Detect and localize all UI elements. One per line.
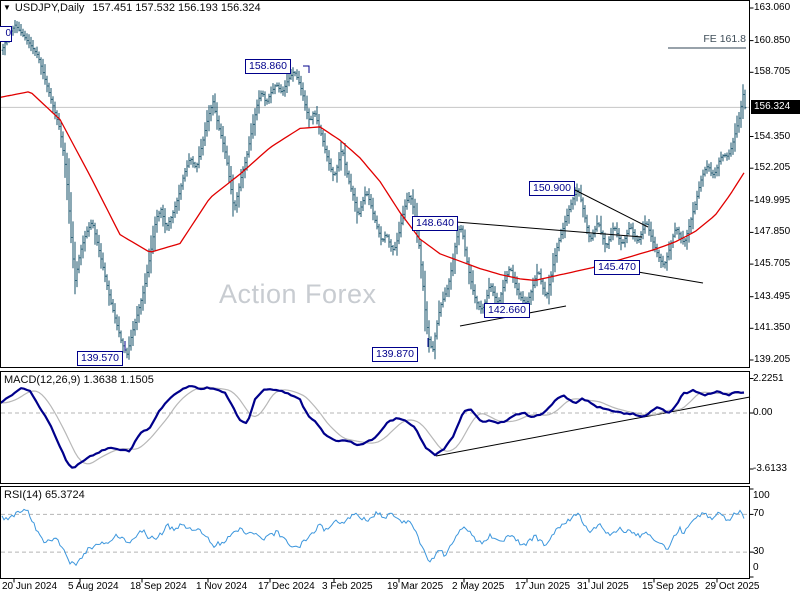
date-axis-label: 31 Jul 2025 (577, 581, 629, 592)
rsi-axis-tick-label: 30 (753, 546, 765, 558)
date-axis-label: 19 Mar 2025 (387, 581, 444, 592)
rsi-indicator-label: RSI(14) 65.3724 (4, 489, 85, 501)
date-axis-label: 1 Nov 2024 (196, 581, 248, 592)
watermark: Action Forex (219, 279, 377, 309)
price-axis-tick-label: 160.850 (754, 34, 791, 46)
rsi-axis-tick-label: 70 (753, 508, 765, 520)
current-price-badge: 156.324 (751, 100, 800, 115)
symbol-title: USDJPY,Daily (14, 2, 85, 14)
macd-axis-tick-label: 0.00 (753, 407, 773, 418)
price-annotation-158.860: 158.860 (245, 59, 291, 74)
price-annotation-148.640: 148.640 (412, 216, 458, 231)
price-axis-tick-label: 154.350 (754, 130, 791, 142)
date-axis-label: 3 Feb 2025 (322, 581, 373, 592)
date-axis-label: 17 Dec 2024 (258, 581, 315, 592)
macd-axis-tick-label: 2.2251 (753, 372, 784, 384)
macd-indicator-label: MACD(12,26,9) 1.3638 1.1505 (4, 374, 154, 386)
chart-canvas[interactable] (0, 0, 800, 600)
price-annotation-139.870: 139.870 (372, 347, 418, 362)
ohlc-readout: 157.451 157.532 156.193 156.324 (92, 2, 261, 14)
fibonacci-extension-label: FE 161.8 (703, 33, 746, 45)
price-axis-tick-label: 139.205 (754, 353, 791, 365)
date-axis-label: 20 Jun 2024 (2, 581, 58, 592)
rsi-axis-tick-label: 100 (753, 490, 770, 501)
macd-axis-tick-label: -3.6133 (753, 463, 787, 474)
rsi-axis-tick-label: 0 (753, 562, 759, 573)
price-axis-tick-label: 152.205 (754, 162, 791, 174)
price-annotation-150.900: 150.900 (529, 181, 575, 196)
chart-window: ▼ USDJPY,Daily 157.451 157.532 156.193 156… (0, 0, 800, 600)
price-axis-tick-label: 147.850 (754, 226, 791, 238)
clipped-price-label: 0 (0, 26, 12, 42)
price-axis-tick-label: 143.495 (754, 290, 791, 302)
price-axis-tick-label: 145.705 (754, 258, 791, 270)
date-axis-label: 17 Jun 2025 (515, 581, 571, 592)
date-axis-label: 15 Sep 2025 (642, 581, 699, 592)
price-annotation-139.570: 139.570 (77, 351, 123, 366)
date-axis-label: 29 Oct 2025 (705, 581, 760, 592)
price-axis-tick-label: 158.705 (754, 66, 791, 78)
price-axis-tick-label: 149.995 (754, 194, 791, 206)
price-annotation-142.660: 142.660 (484, 303, 530, 318)
date-axis-label: 18 Sep 2024 (130, 581, 187, 592)
price-axis-tick-label: 163.060 (754, 2, 791, 13)
price-axis-tick-label: 141.350 (754, 322, 791, 334)
chart-title-bar: ▼ USDJPY,Daily 157.451 157.532 156.193 156… (3, 2, 261, 14)
symbol-dropdown-icon[interactable]: ▼ (3, 3, 11, 12)
date-axis-label: 2 May 2025 (452, 581, 505, 592)
date-axis-label: 5 Aug 2024 (68, 581, 119, 592)
price-annotation-145.470: 145.470 (594, 260, 640, 275)
